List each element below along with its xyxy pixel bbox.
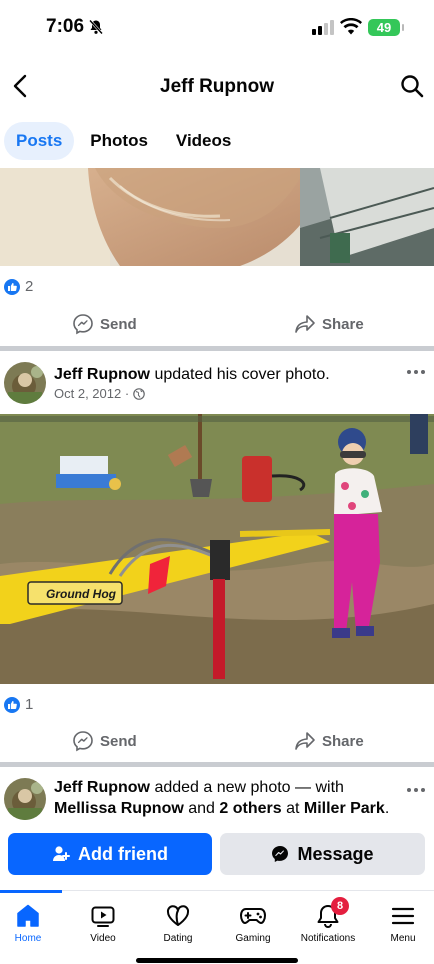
share-button[interactable]: Share [294,723,364,759]
profile-action-bar: Add friend Message [0,826,434,888]
at-text: at [281,800,304,817]
send-label: Send [100,732,137,750]
post-date[interactable]: Oct 2, 2012 · [54,386,129,401]
send-label: Send [100,315,137,333]
tab-posts[interactable]: Posts [4,122,75,160]
profile-header: Jeff Rupnow [0,58,434,116]
place-link[interactable]: Miller Park [304,800,385,817]
nav-gaming-label: Gaming [235,933,271,944]
profile-tabs: Posts Photos Videos [4,122,243,160]
post-header-text: Jeff Rupnow added a new photo — with Mel… [54,777,389,819]
bottom-navigation: Home Video Dating Gaming 8 Notifications [0,890,434,964]
nav-home[interactable]: Home [0,903,65,944]
messenger-icon [73,731,93,752]
post-divider [0,762,434,767]
tagged-person[interactable]: Mellissa Rupnow [54,800,184,817]
avatar[interactable] [4,778,46,820]
home-icon [17,904,39,927]
search-icon [401,75,424,98]
period-text: . [384,800,390,817]
photo-sign-text: Ground Hog [46,587,117,601]
post-actions: Send Share [0,306,434,342]
globe-icon [133,387,145,400]
wifi-icon [340,18,362,35]
nav-video[interactable]: Video [66,903,140,944]
share-label: Share [322,315,364,333]
more-options-button[interactable] [406,362,426,382]
messenger-icon [272,846,289,862]
reaction-summary[interactable]: 1 [4,696,33,713]
post-divider [0,346,434,351]
tab-videos[interactable]: Videos [164,122,243,160]
page-title: Jeff Rupnow [160,76,274,97]
nav-menu-label: Menu [390,933,416,944]
messenger-icon [73,314,93,335]
share-icon [295,315,315,333]
like-reaction-icon [4,696,20,713]
nav-dating[interactable]: Dating [141,903,215,944]
add-friend-button[interactable]: Add friend [8,833,212,875]
active-tab-indicator [0,890,62,893]
bell-slash-icon [89,19,103,35]
post-author[interactable]: Jeff Rupnow [54,366,150,383]
status-bar: 7:06 49 [0,0,434,56]
add-friend-label: Add friend [78,843,168,864]
home-indicator [136,958,298,963]
send-button[interactable]: Send [72,723,137,759]
nav-notifications-label: Notifications [300,933,356,944]
nav-dating-label: Dating [163,933,193,944]
post-action-text: added a new photo — with [150,779,344,796]
dating-icon [166,905,190,926]
tagged-others[interactable]: 2 others [219,800,281,817]
search-button[interactable] [396,70,428,102]
menu-icon [391,907,415,925]
conjunction-text: and [183,800,220,817]
nav-notifications[interactable]: 8 Notifications [291,897,365,944]
tab-photos[interactable]: Photos [78,122,160,160]
nav-gaming[interactable]: Gaming [216,903,290,944]
reaction-count: 1 [25,696,34,713]
message-label: Message [297,843,374,864]
post-header-text: Jeff Rupnow updated his cover photo. [54,364,330,385]
reaction-count: 2 [25,278,34,295]
like-reaction-icon [4,278,20,295]
post-actions: Send Share [0,723,434,759]
notification-count-badge: 8 [331,897,349,915]
video-icon [91,906,115,927]
nav-video-label: Video [90,933,116,944]
post-meta: Oct 2, 2012 · [54,386,145,401]
add-friend-icon [53,846,70,861]
avatar[interactable] [4,362,46,404]
post-photo[interactable] [0,168,434,266]
post-action-text: updated his cover photo. [150,366,330,383]
share-button[interactable]: Share [294,306,364,342]
nav-home-label: Home [14,933,42,944]
status-time: 7:06 [46,16,85,37]
send-button[interactable]: Send [72,306,137,342]
post-photo[interactable]: Ground Hog [0,414,434,684]
nav-menu[interactable]: Menu [366,903,434,944]
cellular-signal-icon [312,20,334,35]
more-options-button[interactable] [406,780,426,800]
post-author[interactable]: Jeff Rupnow [54,779,150,796]
battery-indicator: 49 [368,19,404,36]
share-icon [295,732,315,750]
gaming-icon [240,908,266,924]
reaction-summary[interactable]: 2 [4,278,33,295]
share-label: Share [322,732,364,750]
message-button[interactable]: Message [220,833,425,875]
